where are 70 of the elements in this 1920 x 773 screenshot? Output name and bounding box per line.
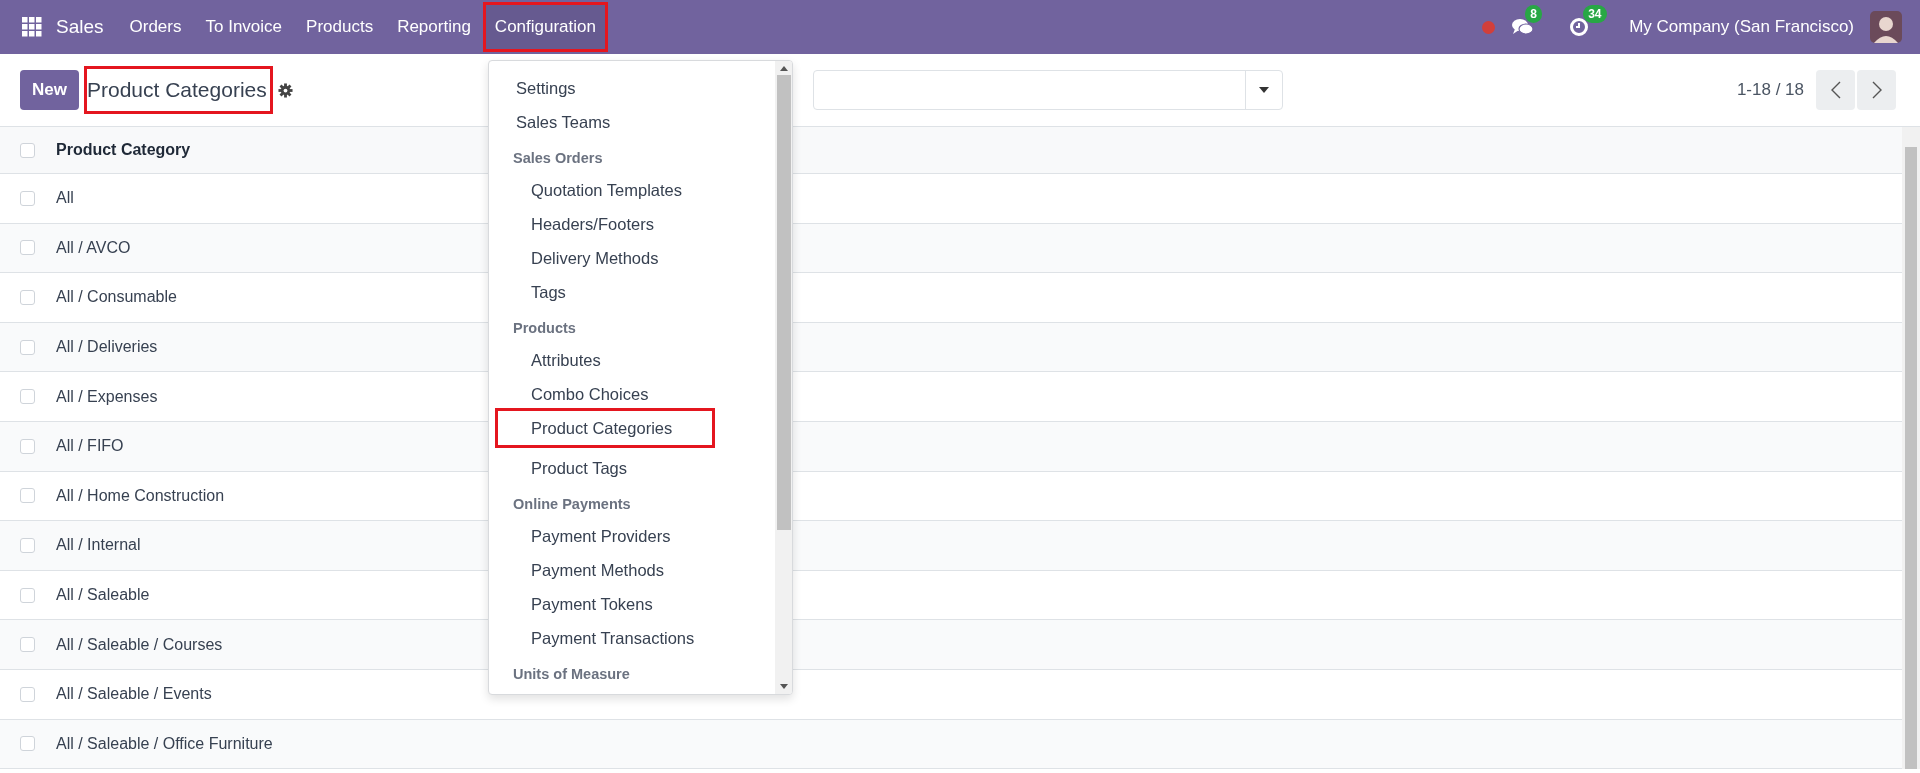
app-grid-icon[interactable] (22, 17, 42, 37)
table-cell[interactable]: All / Deliveries (56, 338, 158, 357)
row-checkbox[interactable] (20, 190, 35, 206)
menu-item[interactable]: Payment Transactions (495, 618, 715, 652)
menu-item[interactable]: Sales Teams (495, 102, 715, 136)
row-checkbox[interactable] (20, 240, 35, 256)
row-checkbox[interactable] (20, 438, 35, 454)
row-checkbox[interactable] (20, 488, 35, 504)
search-field[interactable] (812, 70, 1283, 110)
chevron-left-icon[interactable] (1830, 81, 1841, 99)
app-name[interactable]: Sales (56, 16, 104, 38)
menu-item[interactable]: Payment Providers (495, 516, 715, 550)
table-cell[interactable]: All / Saleable / Office Furniture (56, 734, 273, 753)
menu-item[interactable]: Attributes (495, 340, 715, 374)
table-cell[interactable]: All / FIFO (56, 437, 124, 456)
scrollbar[interactable] (1902, 127, 1920, 770)
menu-item[interactable]: Payment Tokens (495, 584, 715, 618)
chevron-right-icon[interactable] (1871, 81, 1882, 99)
select-all-checkbox[interactable] (20, 142, 35, 158)
menu-item[interactable]: Product Categories (495, 408, 715, 448)
menu-item[interactable]: Quotation Templates (495, 170, 715, 204)
menu-item[interactable]: Settings (495, 68, 715, 102)
chat-bubbles-icon[interactable] (1511, 17, 1536, 37)
row-checkbox[interactable] (20, 637, 35, 653)
table-cell[interactable]: All (56, 189, 74, 208)
clock-icon[interactable] (1569, 17, 1590, 37)
row-checkbox[interactable] (20, 290, 35, 305)
menu-item[interactable]: Payment Methods (495, 550, 715, 584)
user-avatar[interactable] (1870, 11, 1902, 43)
new-button[interactable]: New (20, 70, 79, 110)
row-checkbox[interactable] (20, 339, 35, 355)
menu-item[interactable]: Product Tags (495, 448, 715, 482)
menu-section-header: Online Payments (512, 495, 632, 514)
row-checkbox[interactable] (20, 389, 35, 405)
menu-section-header: Sales Orders (512, 149, 604, 168)
row-checkbox[interactable] (20, 736, 35, 752)
menu-section-header: Products (512, 319, 577, 338)
settings-icon[interactable] (277, 82, 293, 98)
row-checkbox[interactable] (20, 587, 35, 603)
column-header[interactable]: Product Category (56, 141, 191, 159)
nav-menu-item[interactable]: To Invoice (193, 2, 295, 52)
menu-item[interactable]: Headers/Footers (495, 204, 715, 238)
scroll-down-icon[interactable] (779, 684, 788, 689)
activity-count-badge: 34 (1583, 5, 1607, 23)
nav-menu-item[interactable]: Configuration (482, 2, 608, 52)
menu-item[interactable]: Delivery Methods (495, 238, 715, 272)
menu-scrollbar[interactable] (775, 61, 792, 694)
row-checkbox[interactable] (20, 537, 35, 553)
menu-section-header: Units of Measure (512, 665, 631, 684)
message-count-badge: 8 (1525, 5, 1542, 23)
row-checkbox[interactable] (20, 686, 35, 702)
table-cell[interactable]: All / AVCO (56, 238, 131, 257)
table-cell[interactable]: All / Saleable / Courses (56, 635, 223, 654)
table-cell[interactable]: All / Internal (56, 536, 141, 555)
table-cell[interactable]: All / Home Construction (56, 486, 225, 505)
page-title: Product Categories (83, 66, 273, 114)
table-cell[interactable]: All / Expenses (56, 387, 158, 406)
table-cell[interactable]: All / Saleable / Events (56, 685, 212, 704)
menu-item[interactable]: Combo Choices (495, 374, 715, 408)
pager-value: 1-18 / 18 (1736, 80, 1804, 100)
company-switcher[interactable]: My Company (San Francisco) (1629, 17, 1854, 37)
caret-icon[interactable] (1258, 87, 1269, 93)
status-dot[interactable] (1482, 20, 1496, 34)
table-cell[interactable]: All / Consumable (56, 288, 177, 307)
nav-menu-item[interactable]: Products (294, 2, 386, 52)
nav-menu-item[interactable]: Orders (117, 2, 194, 52)
nav-menu-item[interactable]: Reporting (385, 2, 483, 52)
menu-item[interactable]: Tags (495, 272, 715, 306)
scroll-up-icon[interactable] (779, 66, 788, 71)
table-cell[interactable]: All / Saleable (56, 586, 150, 605)
